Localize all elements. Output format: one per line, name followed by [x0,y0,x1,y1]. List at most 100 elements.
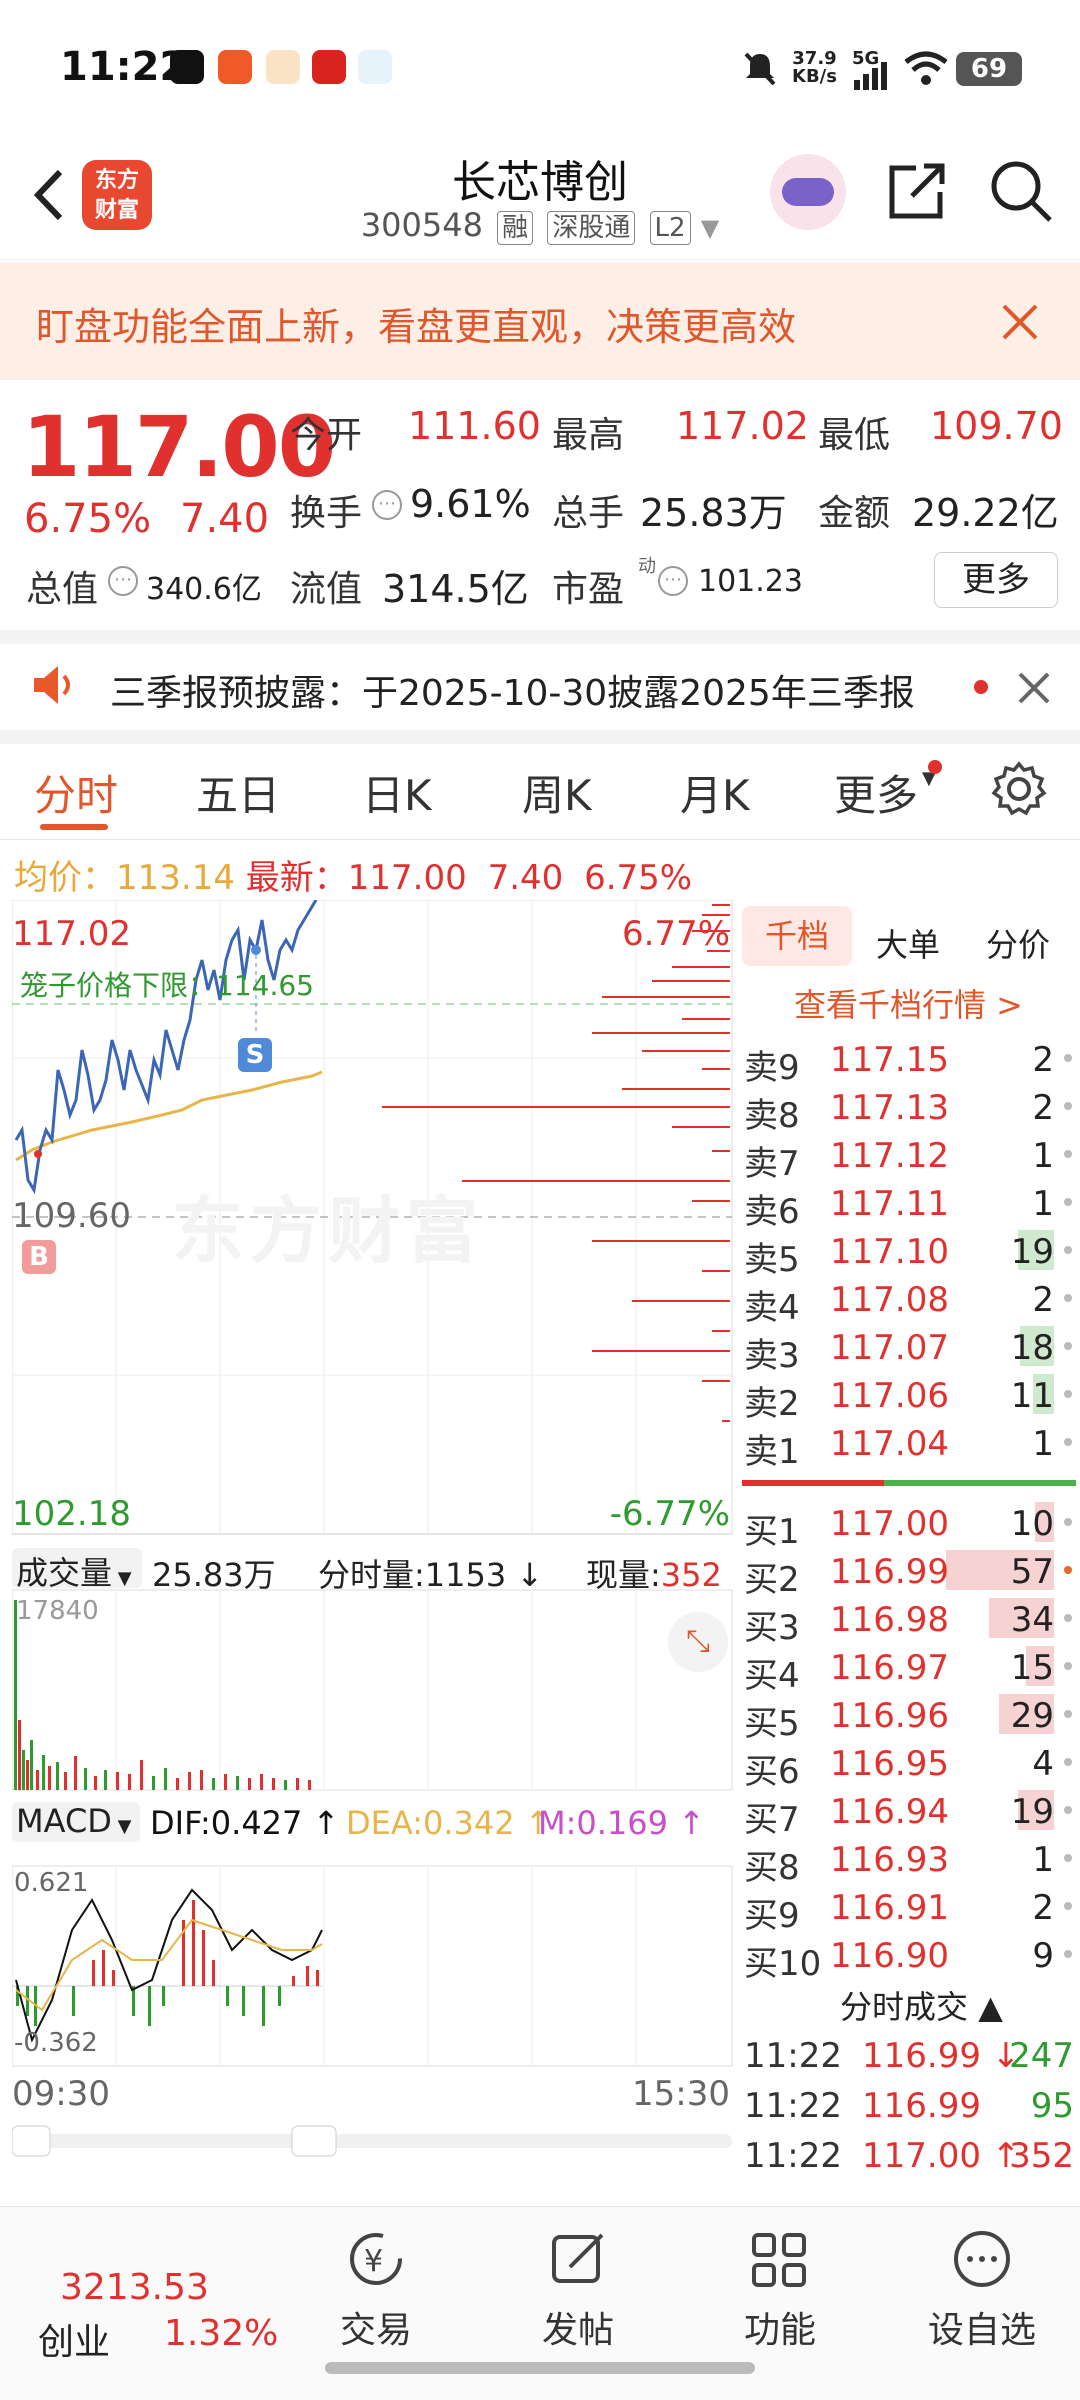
nav-functions[interactable]: 功能 [700,2227,860,2353]
tab-intraday[interactable]: 分时 [34,762,118,823]
info-icon[interactable]: ⋯ [108,566,138,596]
app-icon [218,50,252,84]
tab-more[interactable]: 更多 [834,762,918,823]
search-icon[interactable] [988,158,1054,224]
prev-close: 109.60 [12,1196,131,1236]
tab-five-day[interactable]: 五日 [196,762,280,823]
order-price: 116.98 [830,1600,949,1640]
order-volume: 2 [1032,1088,1054,1128]
watermark: 东方财富 [172,1189,485,1273]
sell-order-row[interactable]: 卖1 117.04 1 [738,1418,1080,1472]
dropdown-icon: ▼ [700,214,720,242]
signal-icon [854,62,887,90]
share-icon[interactable] [886,160,948,222]
tab-qiandang[interactable]: 千档 [742,906,852,966]
tick-volume: 95 [1030,2086,1074,2126]
order-volume: 1 [1032,1840,1054,1880]
tab-monthly-k[interactable]: 月K [680,762,750,823]
stock-code: 300548 [360,206,483,244]
buy-order-row[interactable]: 买5 116.96 29 [738,1690,1080,1744]
trade-icon: ¥ [350,2233,402,2285]
order-price: 116.93 [830,1840,949,1880]
buy-marker[interactable]: B [22,1240,56,1274]
order-book: 千档 大单 分价 查看千档行情 > 卖9 117.15 2 卖8 117.13 2 卖7 11… [738,900,1080,2190]
sell-marker[interactable]: S [238,1038,272,1072]
volume-label: 总手 [552,493,625,534]
order-dot [1064,1438,1072,1446]
order-price: 117.04 [830,1424,949,1464]
buy-order-row[interactable]: 买9 116.91 2 [738,1882,1080,1936]
home-indicator[interactable] [325,2362,755,2374]
pe-dynamic-sup: 动 [638,556,656,577]
close-icon[interactable] [1016,670,1052,706]
order-dot [1064,1102,1072,1110]
sell-order-row[interactable]: 卖6 117.11 1 [738,1178,1080,1232]
tab-weekly-k[interactable]: 周K [522,762,592,823]
index-value[interactable]: 3213.53 [60,2267,209,2308]
more-button[interactable]: 更多 [934,552,1058,608]
order-price: 116.91 [830,1888,949,1928]
close-icon[interactable] [998,300,1042,344]
sell-order-row[interactable]: 卖7 117.12 1 [738,1130,1080,1184]
order-dot [1064,1662,1072,1670]
pe-label: 市盈 [552,569,625,610]
volume-indicator-select[interactable]: 成交量 ▼ [12,1548,142,1592]
ticks-title[interactable]: 分时成交 ▲ [840,1982,1003,2028]
chart-high-pct: 6.77% [621,914,730,954]
buy-order-row[interactable]: 买1 117.00 10 [738,1498,1080,1552]
grid-icon [752,2233,806,2287]
sell-order-row[interactable]: 卖4 117.08 2 [738,1274,1080,1328]
nav-trade[interactable]: ¥ 交易 [296,2227,456,2353]
macd-indicator-select[interactable]: MACD ▼ [12,1802,140,1842]
view-qiandang-link[interactable]: 查看千档行情 > [794,980,1023,1026]
order-level-label: 卖1 [744,1432,800,1472]
order-dot [1064,1390,1072,1398]
svg-text:¥: ¥ [364,2244,383,2279]
macd-min: -0.362 [14,2028,98,2058]
order-volume: 2 [1032,1040,1054,1080]
promo-banner[interactable]: 盯盘功能全面上新，看盘更直观，决策更高效 [0,262,1080,380]
info-icon[interactable]: ⋯ [658,566,688,596]
order-dot [1064,1342,1072,1350]
buy-order-row[interactable]: 买2 116.99 57 [738,1546,1080,1600]
mktcap-label: 总值 [26,569,99,610]
macd-max: 0.621 [14,1868,89,1898]
tab-price-dist[interactable]: 分价 [986,920,1050,966]
tick-time: 11:22 [744,2086,842,2126]
order-price: 116.90 [830,1936,949,1976]
buy-order-row[interactable]: 买3 116.98 34 [738,1594,1080,1648]
info-icon[interactable]: ⋯ [372,490,402,520]
sell-order-row[interactable]: 卖2 117.06 11 [738,1370,1080,1424]
assistant-avatar[interactable] [770,154,846,230]
app-icon [358,50,392,84]
nav-add-watchlist[interactable]: 设自选 [902,2227,1062,2353]
sell-order-row[interactable]: 卖3 117.07 18 [738,1322,1080,1376]
buy-order-row[interactable]: 买8 116.93 1 [738,1834,1080,1888]
sell-order-row[interactable]: 卖5 117.10 19 [738,1226,1080,1280]
mcdonalds-app-icon [312,50,346,84]
expand-icon[interactable]: ⤡ [668,1612,728,1672]
buy-order-row[interactable]: 买10 116.90 9 [738,1930,1080,1984]
order-dot [1064,1054,1072,1062]
order-dot [1064,1566,1072,1574]
sell-order-row[interactable]: 卖9 117.15 2 [738,1034,1080,1088]
tick-volume: 247 [1009,2036,1074,2076]
tick-volume: 352 [1009,2136,1074,2176]
order-volume: 4 [1032,1744,1054,1784]
time-end: 15:30 [632,2074,730,2114]
tab-big-orders[interactable]: 大单 [876,920,940,966]
buy-order-row[interactable]: 买6 116.95 4 [738,1738,1080,1792]
tab-daily-k[interactable]: 日K [362,762,432,823]
intraday-chart[interactable]: 117.02 6.77% 笼子价格下限：114.65 109.60 102.18… [12,900,734,2160]
latest-pct: 6.75% [584,858,693,898]
nav-post[interactable]: 发帖 [498,2227,658,2353]
notice-bar[interactable]: 三季报预披露：于2025-10-30披露2025年三季报 [0,640,1080,730]
order-price: 117.08 [830,1280,949,1320]
buy-order-row[interactable]: 买4 116.97 15 [738,1642,1080,1696]
buy-order-row[interactable]: 买7 116.94 19 [738,1786,1080,1840]
stock-header: 东方 财富 长芯博创 300548 融 深股通 L2 ▼ [0,140,1080,260]
settings-icon[interactable] [990,760,1048,818]
order-volume: 18 [1010,1328,1054,1368]
order-dot [1064,1518,1072,1526]
sell-order-row[interactable]: 卖8 117.13 2 [738,1082,1080,1136]
